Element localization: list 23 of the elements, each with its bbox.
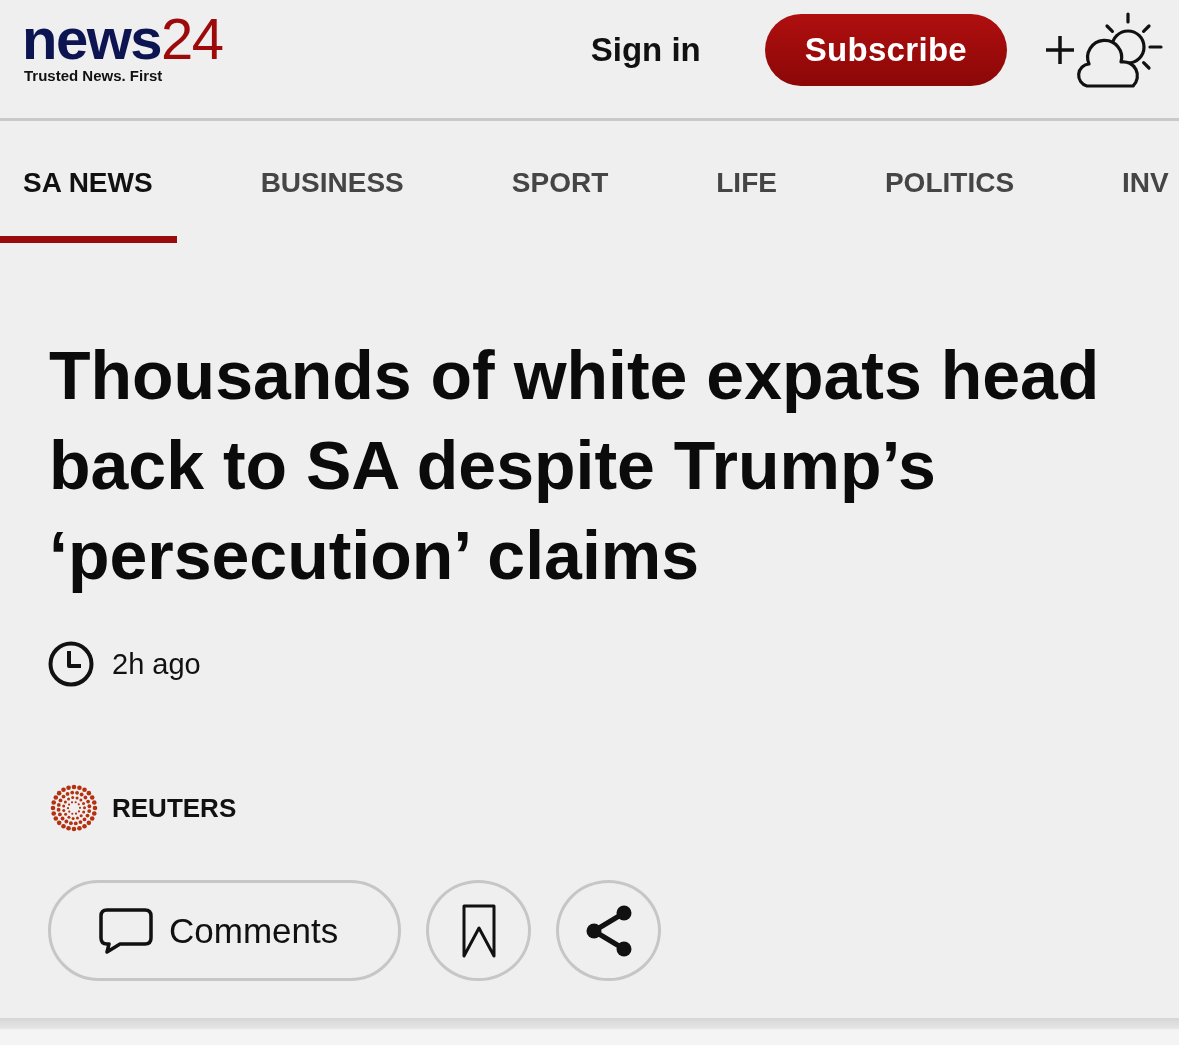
bookmark-button[interactable]	[426, 880, 532, 981]
site-logo[interactable]: news24	[22, 10, 223, 68]
clock-icon	[48, 641, 94, 687]
nav-tab[interactable]: POLITICS	[860, 121, 1039, 243]
nav-tab[interactable]: LIFE	[692, 121, 801, 243]
speech-bubble-icon	[99, 907, 153, 954]
logo-tagline: Trusted News. First	[24, 67, 164, 85]
nav-tab[interactable]: INV	[1098, 121, 1169, 243]
subscribe-button[interactable]: Subscribe	[764, 14, 1007, 86]
comments-button[interactable]: Comments	[48, 880, 402, 981]
plus-icon[interactable]	[1045, 35, 1075, 65]
nav-tab[interactable]: BUSINESS	[236, 121, 428, 243]
sign-in-link[interactable]: Sign in	[590, 31, 701, 69]
share-icon	[585, 904, 632, 957]
share-button[interactable]	[556, 880, 662, 981]
cloud-sun-icon[interactable]	[1075, 12, 1163, 88]
bookmark-icon	[460, 902, 497, 959]
published-time: 2h ago	[112, 647, 201, 681]
article-headline: Thousands of white expats head back to SA despite Trump’s ‘persecution’ claims	[49, 336, 1101, 595]
nav-tab[interactable]: SA NEWS	[0, 121, 177, 243]
dotted-ring-icon	[48, 784, 100, 832]
source-name: REUTERS	[112, 792, 237, 824]
nav-tab[interactable]: SPORT	[487, 121, 633, 243]
